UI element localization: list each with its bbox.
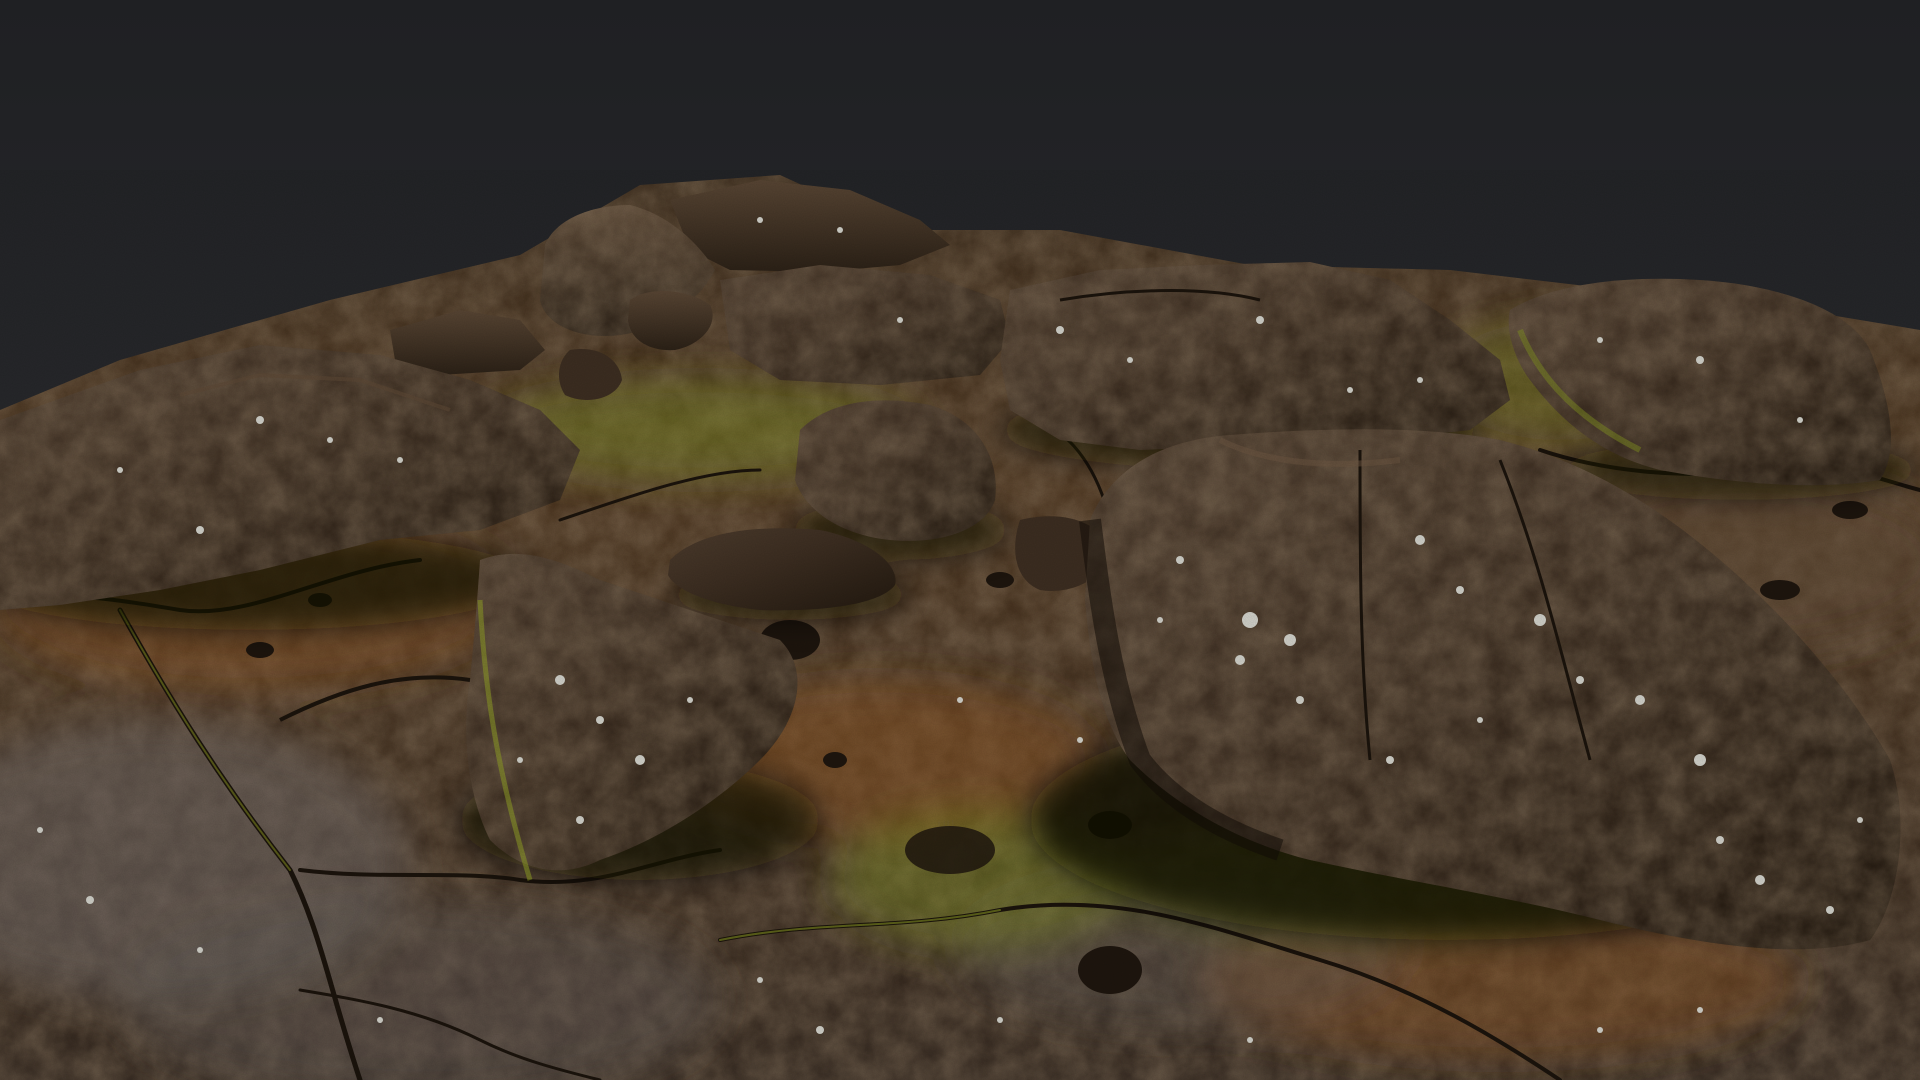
rock-terrain-scene [0, 170, 1920, 1080]
render-viewport [0, 0, 1920, 1080]
grain-overlay [0, 170, 1920, 1080]
